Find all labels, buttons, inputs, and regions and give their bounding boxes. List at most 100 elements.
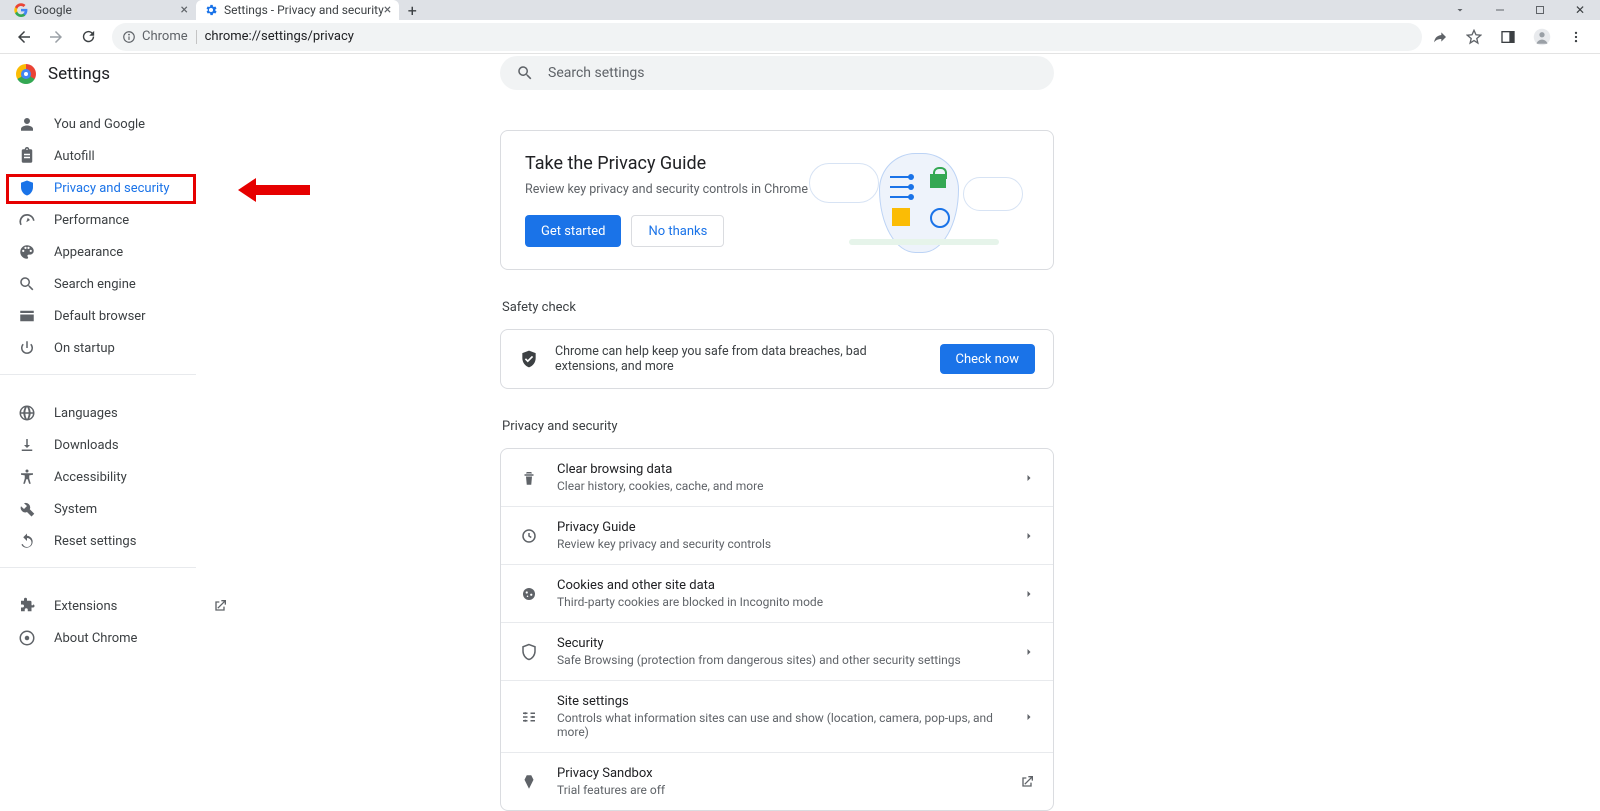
row-title: Clear browsing data (557, 462, 1005, 477)
privacy-heading: Privacy and security (502, 419, 1054, 434)
guide-title: Take the Privacy Guide (525, 153, 809, 174)
address-bar[interactable]: Chrome chrome://settings/privacy (112, 23, 1422, 51)
safety-check-card: Chrome can help keep you safe from data … (500, 329, 1054, 389)
sidebar-item-label: Search engine (54, 277, 136, 292)
row-subtitle: Clear history, cookies, cache, and more (557, 479, 1005, 493)
no-thanks-button[interactable]: No thanks (631, 215, 724, 247)
check-now-button[interactable]: Check now (940, 344, 1036, 374)
google-favicon-icon (14, 3, 28, 17)
sidebar-item-system[interactable]: System (0, 493, 244, 525)
omnibox-divider (196, 30, 197, 44)
bookmark-icon[interactable] (1464, 27, 1484, 47)
open-in-new-icon (212, 598, 228, 614)
annotation-arrow (238, 178, 310, 202)
safety-check-text: Chrome can help keep you safe from data … (555, 344, 924, 374)
sidebar-item-extensions[interactable]: Extensions (0, 590, 244, 622)
tab-settings[interactable]: Settings - Privacy and security × (196, 0, 399, 20)
row-title: Security (557, 636, 1005, 651)
row-icon (519, 708, 539, 726)
sidebar-item-label: Accessibility (54, 470, 127, 485)
url-text: chrome://settings/privacy (205, 29, 354, 44)
sidebar-item-appearance[interactable]: Appearance (0, 236, 244, 268)
clipboard-icon (18, 147, 36, 165)
sidebar-item-label: Downloads (54, 438, 119, 453)
row-icon (519, 585, 539, 603)
sidebar-nav-primary: You and GoogleAutofillPrivacy and securi… (0, 94, 244, 364)
privacy-row-privacy-guide[interactable]: Privacy GuideReview key privacy and secu… (501, 506, 1053, 564)
sidebar: Settings You and GoogleAutofillPrivacy a… (0, 54, 244, 808)
row-title: Privacy Guide (557, 520, 1005, 535)
row-title: Privacy Sandbox (557, 766, 1001, 781)
newtab-button[interactable]: + (399, 0, 425, 23)
row-icon (519, 773, 539, 791)
chevron-right-icon (1023, 530, 1035, 542)
sidebar-item-label: Reset settings (54, 534, 136, 549)
sidebar-separator (0, 567, 196, 568)
privacy-row-site-settings[interactable]: Site settings Controls what information s… (501, 680, 1053, 752)
tab-google[interactable]: Google × (6, 0, 196, 20)
toolbar-right (1430, 27, 1592, 47)
privacy-guide-card: Take the Privacy Guide Review key privac… (500, 130, 1054, 270)
guide-illustration (809, 153, 1029, 247)
sidebar-item-about-chrome[interactable]: About Chrome (0, 622, 244, 654)
sidebar-item-accessibility[interactable]: Accessibility (0, 461, 244, 493)
chrome-icon (18, 629, 36, 647)
chevron-right-icon (1023, 472, 1035, 484)
page-title: Settings (48, 64, 110, 84)
settings-content: Search settings Take the Privacy Guide R… (244, 54, 1600, 808)
privacy-row-privacy-sandbox[interactable]: Privacy Sandbox Trial features are off (501, 752, 1053, 810)
sidebar-item-search-engine[interactable]: Search engine (0, 268, 244, 300)
sidebar-item-label: You and Google (54, 117, 145, 132)
sidebar-item-downloads[interactable]: Downloads (0, 429, 244, 461)
sidebar-item-autofill[interactable]: Autofill (0, 140, 244, 172)
power-icon (18, 339, 36, 357)
get-started-button[interactable]: Get started (525, 215, 621, 247)
chevron-right-icon (1023, 711, 1035, 723)
share-icon[interactable] (1430, 27, 1450, 47)
privacy-row-clear-browsing-data[interactable]: Clear browsing data Clear history, cookie… (501, 449, 1053, 506)
forward-button[interactable] (44, 25, 68, 49)
privacy-row-security[interactable]: SecuritySafe Browsing (protection from d… (501, 622, 1053, 680)
maximize-icon[interactable] (1520, 0, 1560, 20)
sidebar-header: Settings (0, 54, 244, 94)
window-close-icon[interactable]: ✕ (1560, 0, 1600, 20)
sidepanel-icon[interactable] (1498, 27, 1518, 47)
menu-icon[interactable] (1566, 27, 1586, 47)
back-button[interactable] (12, 25, 36, 49)
row-icon (519, 527, 539, 545)
close-icon[interactable]: × (384, 2, 391, 18)
reload-button[interactable] (76, 25, 100, 49)
row-title: Site settings (557, 694, 1005, 709)
sidebar-item-label: Extensions (54, 599, 117, 614)
sidebar-item-default-browser[interactable]: Default browser (0, 300, 244, 332)
sidebar-separator (0, 374, 196, 375)
profile-icon[interactable] (1532, 27, 1552, 47)
sidebar-item-label: Performance (54, 213, 129, 228)
sidebar-item-label: Default browser (54, 309, 146, 324)
tab-label: Settings - Privacy and security (224, 3, 384, 17)
privacy-row-cookies-and-other-site-data[interactable]: Cookies and other site data Third-party c… (501, 564, 1053, 622)
close-icon[interactable]: × (181, 2, 188, 18)
sidebar-item-label: Autofill (54, 149, 95, 164)
sidebar-item-label: Appearance (54, 245, 123, 260)
sidebar-item-reset-settings[interactable]: Reset settings (0, 525, 244, 557)
row-subtitle: Trial features are off (557, 783, 1001, 797)
minimize-icon[interactable] (1480, 0, 1520, 20)
shield-check-icon (519, 349, 539, 369)
sidebar-item-performance[interactable]: Performance (0, 204, 244, 236)
gear-favicon-icon (204, 3, 218, 17)
row-subtitle: Controls what information sites can use … (557, 711, 1005, 739)
tab-strip: Google × Settings - Privacy and security… (0, 0, 1600, 20)
row-subtitle: Third-party cookies are blocked in Incog… (557, 595, 1005, 609)
settings-search[interactable]: Search settings (500, 56, 1054, 90)
annotation-highlight (6, 174, 196, 204)
sidebar-item-you-and-google[interactable]: You and Google (0, 108, 244, 140)
sidebar-item-label: On startup (54, 341, 115, 356)
tabsearch-icon[interactable] (1440, 0, 1480, 20)
sidebar-item-languages[interactable]: Languages (0, 397, 244, 429)
row-title: Cookies and other site data (557, 578, 1005, 593)
row-icon (519, 469, 539, 487)
site-info-icon[interactable] (122, 30, 136, 44)
url-scheme: Chrome (142, 29, 188, 44)
sidebar-item-on-startup[interactable]: On startup (0, 332, 244, 364)
